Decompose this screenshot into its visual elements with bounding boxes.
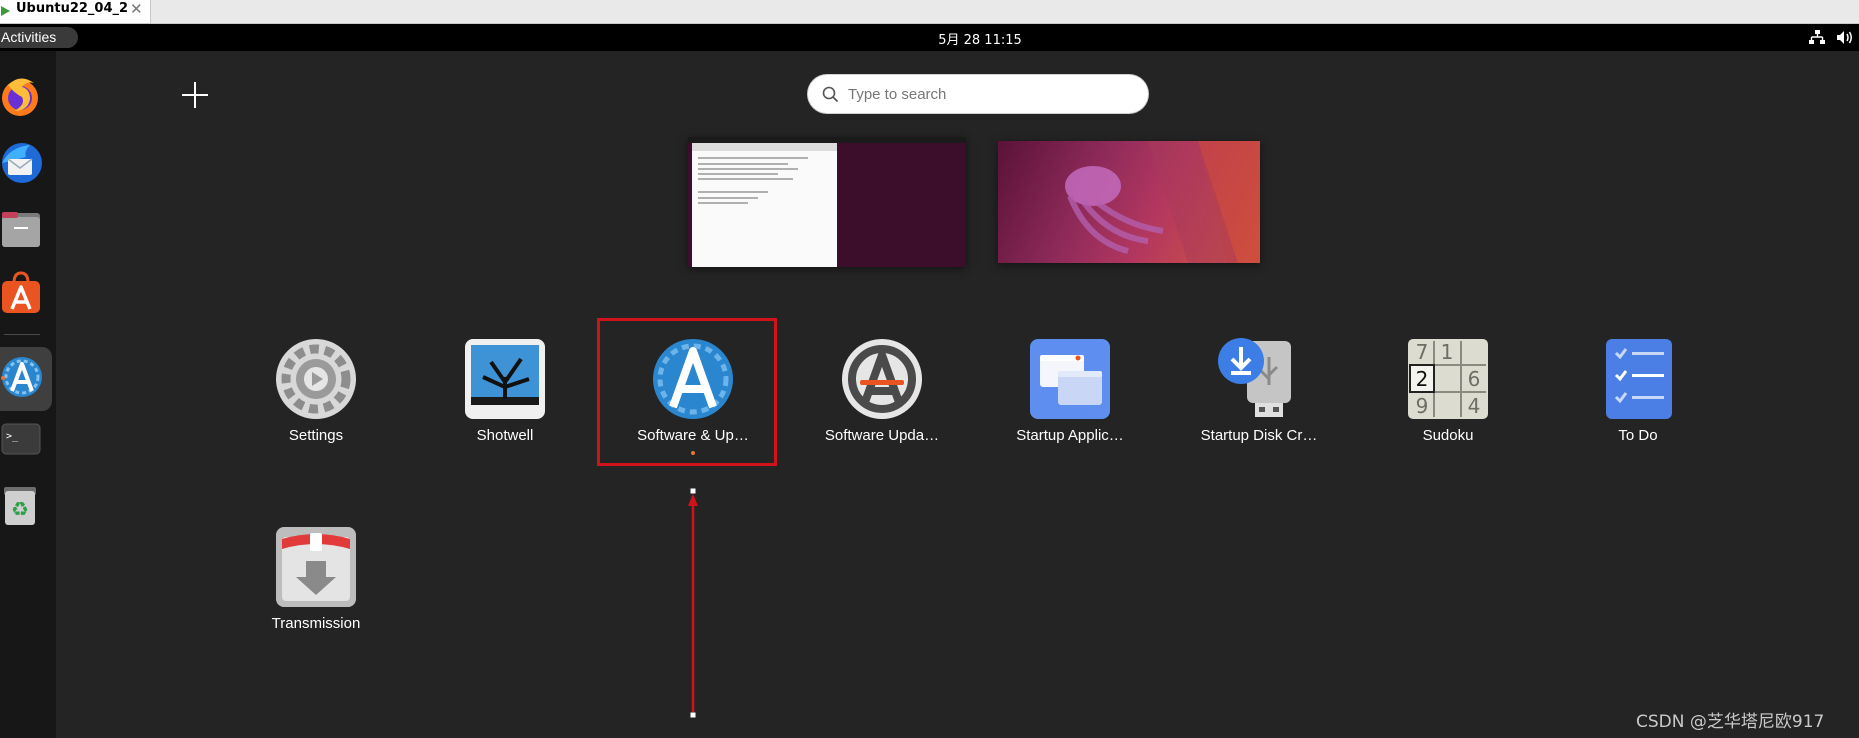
app-shotwell[interactable]: Shotwell [415,327,595,477]
software-updater-icon [842,339,922,419]
preview-line [698,173,778,175]
app-label: Software Upda… [824,427,940,444]
preview-line [698,168,798,170]
search-icon [822,86,839,103]
app-transmission[interactable]: Transmission [226,515,406,665]
app-center-icon[interactable] [0,269,46,319]
app-software-updater[interactable]: Software Upda… [792,327,972,477]
preview-line [698,157,808,159]
add-workspace-icon[interactable] [180,80,210,110]
app-label: Startup Applic… [1016,427,1124,444]
shotwell-icon [465,339,545,419]
thunderbird-icon[interactable] [0,137,46,187]
app-label: Settings [288,427,344,444]
watermark: CSDN @芝华塔尼欧917 [1636,712,1825,732]
preview-line [698,197,758,199]
startup-applications-icon [1030,339,1110,419]
close-icon[interactable]: ✕ [130,0,143,18]
top-panel: Activities 5月 28 11:15 [0,24,1859,51]
activities-button[interactable]: Activities [0,27,78,48]
app-startup-applications[interactable]: Startup Applic… [980,327,1160,477]
running-indicator [1,376,5,380]
vm-tab[interactable]: Ubuntu22_04_2 ✕ [0,0,151,23]
network-icon[interactable] [1808,29,1826,46]
preview-line [698,191,768,193]
app-label: Sudoku [1422,427,1474,444]
svg-text:2: 2 [1416,367,1429,391]
settings-icon [276,339,356,419]
startup-disk-creator-icon [1218,338,1291,417]
firefox-icon[interactable] [0,71,46,121]
volume-icon[interactable] [1836,29,1854,46]
svg-text:7: 7 [1416,340,1429,364]
workspace-thumbnail-1[interactable] [688,137,966,267]
app-label: Startup Disk Cr… [1200,427,1318,444]
svg-text:9: 9 [1416,394,1429,418]
app-todo[interactable]: To Do [1548,327,1728,477]
search-box[interactable] [808,75,1148,113]
terminal-prompt: >_ [6,431,19,442]
window-titlebar [692,143,837,151]
vm-tab-title: Ubuntu22_04_2 [16,1,129,16]
dock-separator [4,334,40,335]
trash-icon[interactable]: ♻ [0,479,46,529]
preview-line [698,163,788,165]
svg-text:6: 6 [1468,367,1481,391]
preview-line [698,178,793,180]
dock: >_ ♻ [0,51,56,738]
transmission-icon [276,527,356,607]
terminal-icon[interactable]: >_ [0,413,46,463]
search-input[interactable] [848,75,1138,113]
app-label: To Do [1618,427,1658,444]
app-settings[interactable]: Settings [226,327,406,477]
jellyfish-wallpaper [1065,141,1260,263]
app-startup-disk-creator[interactable]: Startup Disk Cr… [1169,327,1349,477]
workspace-thumbnail-2[interactable] [998,141,1260,263]
sudoku-icon: 7 1 2 6 9 4 [1408,339,1488,419]
annotation-highlight-box [597,318,777,466]
svg-text:1: 1 [1441,340,1454,364]
app-label: Transmission [271,615,361,632]
software-updates-icon[interactable] [0,351,46,401]
annotation-arrow [688,488,698,718]
vm-tab-strip: Ubuntu22_04_2 ✕ [0,0,1859,24]
preview-line [698,202,748,204]
workspace-window-preview[interactable] [692,143,837,267]
svg-text:4: 4 [1468,394,1481,418]
vm-running-icon [1,6,10,16]
todo-icon [1606,339,1672,419]
clock[interactable]: 5月 28 11:15 [900,29,1060,48]
files-icon[interactable] [0,203,46,253]
app-label: Shotwell [476,427,534,444]
recycle-glyph: ♻ [11,497,29,521]
app-sudoku[interactable]: 7 1 2 6 9 4 Sudoku [1358,327,1538,477]
